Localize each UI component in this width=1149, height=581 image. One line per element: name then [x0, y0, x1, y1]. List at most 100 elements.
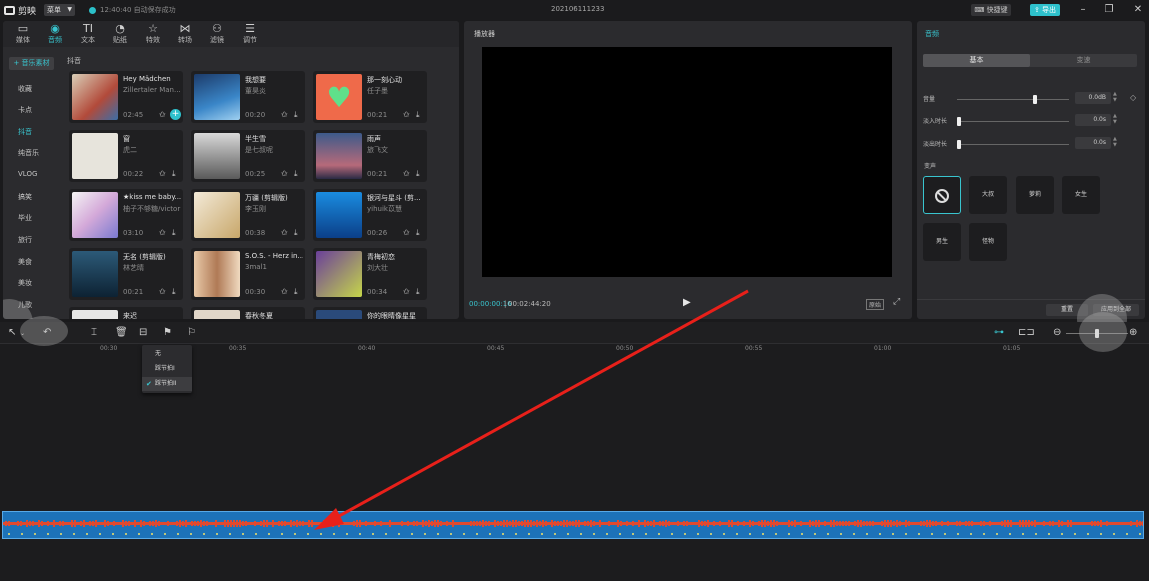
song-card[interactable]: 青梅初恋 刘大壮 00:34 ✩ ⤓	[313, 248, 427, 300]
download-icon[interactable]: ⤓	[416, 169, 420, 179]
fade-out-slider-knob[interactable]	[957, 140, 961, 149]
delete-icon[interactable]: 🗑	[115, 327, 128, 338]
sidebar-item-food[interactable]: 美食	[3, 257, 58, 267]
sidebar-item-vlog[interactable]: VLOG	[3, 170, 58, 178]
song-card[interactable]: 你的眼睛像星星	[313, 307, 427, 319]
video-preview[interactable]	[482, 47, 892, 277]
song-card[interactable]: 无名 (剪辑版) 林艺晴 00:21 ✩ ⤓	[69, 248, 183, 300]
fade-in-stepper[interactable]: ▲ ▼	[1113, 113, 1117, 125]
star-icon[interactable]: ✩	[281, 169, 288, 178]
sidebar-item-graduation[interactable]: 毕业	[3, 213, 58, 223]
download-icon[interactable]: ⤓	[172, 228, 176, 238]
sidebar-item-beat[interactable]: 卡点	[3, 105, 58, 115]
tab-effects[interactable]: ☆ 特效	[138, 23, 168, 45]
tab-sticker[interactable]: ◔ 贴纸	[105, 23, 135, 45]
auto-beat-icon[interactable]: ⚐	[187, 327, 196, 338]
shortcut-button[interactable]: ⌨ 快捷键	[971, 4, 1011, 16]
download-icon[interactable]: ⤓	[416, 110, 420, 120]
song-card[interactable]: 雨声 旅飞文 00:21 ✩ ⤓	[313, 130, 427, 182]
download-icon[interactable]: ⤓	[294, 287, 298, 297]
zoom-out-icon[interactable]: ⊖	[1053, 327, 1061, 338]
fade-out-slider[interactable]	[957, 140, 1069, 149]
download-icon[interactable]: ⤓	[294, 169, 298, 179]
menu-button[interactable]: 菜单 ▼	[44, 4, 75, 16]
download-icon[interactable]: ⤓	[172, 169, 176, 179]
star-icon[interactable]: ✩	[403, 110, 410, 119]
song-card[interactable]: 春秋冬夏	[191, 307, 305, 319]
sidebar-item-pure-music[interactable]: 纯音乐	[3, 148, 58, 158]
add-icon[interactable]: +	[170, 109, 181, 120]
tab-media[interactable]: ▭ 媒体	[8, 23, 38, 45]
download-icon[interactable]: ⤓	[172, 287, 176, 297]
preview-axis-icon[interactable]: ⊏⊐	[1018, 327, 1035, 338]
download-icon[interactable]: ⤓	[416, 228, 420, 238]
menu-item-none[interactable]: 无	[142, 347, 192, 361]
audio-track-clip[interactable]	[2, 511, 1144, 539]
minimize-icon[interactable]: –	[1076, 3, 1090, 17]
star-icon[interactable]: ✩	[403, 228, 410, 237]
tab-transition[interactable]: ⋈ 转场	[170, 23, 200, 45]
sidebar-item-favorites[interactable]: 收藏	[3, 84, 58, 94]
star-icon[interactable]: ✩	[159, 287, 166, 296]
tab-filter[interactable]: ⚇ 滤镜	[202, 23, 232, 45]
song-card[interactable]: 我想要 董昊炎 00:20 ✩ ⤓	[191, 71, 305, 123]
song-card[interactable]: ★kiss me baby... 柚子不够糖/victor 03:10 ✩ ⤓	[69, 189, 183, 241]
menu-item-beat-1[interactable]: 踩节拍I	[142, 362, 192, 376]
download-icon[interactable]: ⤓	[294, 110, 298, 120]
sidebar-item-travel[interactable]: 旅行	[3, 235, 58, 245]
star-icon[interactable]: ✩	[281, 228, 288, 237]
song-card[interactable]: 窗 虎二 00:22 ✩ ⤓	[69, 130, 183, 182]
menu-item-beat-2[interactable]: ✔ 踩节拍II	[142, 377, 192, 391]
sidebar-item-douyin[interactable]: 抖音	[3, 127, 58, 137]
volume-value[interactable]: 0.0dB	[1075, 92, 1111, 104]
restore-icon[interactable]: ❐	[1102, 3, 1116, 17]
volume-slider[interactable]	[957, 95, 1069, 104]
volume-stepper[interactable]: ▲ ▼	[1113, 91, 1117, 103]
star-icon[interactable]: ✩	[281, 287, 288, 296]
export-button[interactable]: ⇪ 导出	[1030, 4, 1060, 16]
voice-female[interactable]: 女生	[1062, 176, 1100, 214]
star-icon[interactable]: ✩	[281, 110, 288, 119]
voice-loli[interactable]: 萝莉	[1016, 176, 1054, 214]
voice-male[interactable]: 男生	[923, 223, 961, 261]
split-icon[interactable]: ⌶	[91, 327, 97, 338]
beat-flag-icon[interactable]: ⚑	[163, 327, 172, 338]
play-icon[interactable]: ▶	[683, 297, 691, 308]
star-icon[interactable]: ✩	[159, 110, 166, 119]
sidebar-item-funny[interactable]: 搞笑	[3, 192, 58, 202]
fade-out-stepper[interactable]: ▲ ▼	[1113, 136, 1117, 148]
close-icon[interactable]: ✕	[1131, 3, 1145, 17]
tab-text[interactable]: TI 文本	[73, 23, 103, 45]
song-card[interactable]: 半生雪 是七叔呢 00:25 ✩ ⤓	[191, 130, 305, 182]
song-card[interactable]: ♥ 那一刻心动 任子墨 00:21 ✩ ⤓	[313, 71, 427, 123]
fade-out-value[interactable]: 0.0s	[1075, 137, 1111, 149]
voice-uncle[interactable]: 大叔	[969, 176, 1007, 214]
download-icon[interactable]: ⤓	[294, 228, 298, 238]
link-icon[interactable]: ⊶	[994, 327, 1004, 338]
song-card[interactable]: 来迟	[69, 307, 183, 319]
song-card[interactable]: 万疆 (剪辑版) 李玉刚 00:38 ✩ ⤓	[191, 189, 305, 241]
song-card[interactable]: Hey Mädchen Zillertaler Man... 02:45 ✩ +	[69, 71, 183, 123]
star-icon[interactable]: ✩	[159, 228, 166, 237]
voice-monster[interactable]: 怪物	[969, 223, 1007, 261]
zoom-in-icon[interactable]: ⊕	[1129, 327, 1137, 338]
fade-in-slider-knob[interactable]	[957, 117, 961, 126]
keyframe-icon[interactable]: ◇	[1130, 93, 1136, 102]
song-card[interactable]: 银河与星斗 (剪... yihuik苡慧 00:26 ✩ ⤓	[313, 189, 427, 241]
fade-in-slider[interactable]	[957, 117, 1069, 126]
download-icon[interactable]: ⤓	[416, 287, 420, 297]
tab-basic[interactable]: 基本	[923, 54, 1030, 67]
freeze-icon[interactable]: ⊟	[139, 327, 147, 338]
star-icon[interactable]: ✩	[403, 287, 410, 296]
tab-audio[interactable]: ◉ 音频	[40, 23, 70, 45]
ratio-button[interactable]: 原始	[866, 299, 885, 310]
star-icon[interactable]: ✩	[403, 169, 410, 178]
fullscreen-icon[interactable]: ⤢	[893, 297, 900, 307]
song-card[interactable]: S.O.S. - Herz in... 3mal1 00:30 ✩ ⤓	[191, 248, 305, 300]
select-cursor-icon[interactable]: ↖	[8, 327, 16, 338]
tab-speed[interactable]: 变速	[1030, 54, 1137, 67]
voice-none[interactable]	[923, 176, 961, 214]
sidebar-item-beauty[interactable]: 美妆	[3, 278, 58, 288]
volume-slider-knob[interactable]	[1032, 95, 1037, 104]
tab-adjust[interactable]: ☰ 调节	[235, 23, 265, 45]
